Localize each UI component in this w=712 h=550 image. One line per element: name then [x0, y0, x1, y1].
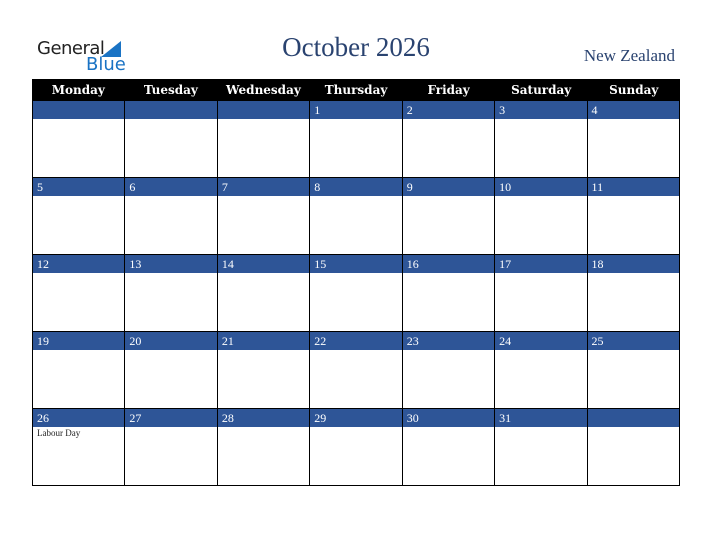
weekday-monday: Monday [51, 83, 105, 97]
day-cell[interactable]: 16 [401, 255, 495, 332]
day-cell[interactable]: 20 [124, 332, 217, 409]
day-cell[interactable]: 19 [32, 332, 125, 409]
weekday-saturday: Saturday [511, 83, 572, 97]
day-number: 18 [587, 255, 679, 273]
week-row: 26 Labour Day 27 28 29 30 31 [32, 409, 680, 486]
week-row: 19 20 21 22 23 24 25 [32, 332, 680, 409]
day-cell[interactable]: 26 Labour Day [32, 409, 125, 486]
day-number: 31 [495, 409, 587, 427]
day-number [587, 409, 679, 427]
day-number: 7 [217, 178, 310, 196]
day-number: 1 [310, 101, 402, 119]
day-number: 2 [402, 101, 495, 119]
day-cell[interactable]: 29 [309, 409, 402, 486]
day-cell[interactable]: 22 [309, 332, 402, 409]
day-number [33, 101, 125, 119]
day-number: 19 [33, 332, 125, 350]
day-number: 17 [495, 255, 587, 273]
day-number: 12 [33, 255, 125, 273]
day-cell[interactable]: 12 [32, 255, 125, 332]
day-number: 8 [310, 178, 402, 196]
country-label: New Zealand [583, 46, 675, 65]
day-cell[interactable] [124, 101, 217, 178]
day-number: 14 [217, 255, 310, 273]
day-cell[interactable]: 8 [309, 178, 402, 255]
week-row: 12 13 14 15 16 17 18 [32, 255, 680, 332]
day-cell[interactable]: 3 [494, 101, 587, 178]
day-cell[interactable]: 23 [401, 332, 495, 409]
day-cell[interactable]: 17 [494, 255, 587, 332]
day-cell[interactable] [586, 409, 680, 486]
weekday-friday: Friday [427, 83, 470, 97]
day-cell[interactable]: 11 [586, 178, 680, 255]
day-cell[interactable]: 27 [124, 409, 217, 486]
day-number: 21 [217, 332, 310, 350]
day-cell[interactable]: 28 [216, 409, 310, 486]
day-number: 26 [33, 409, 125, 427]
day-number: 11 [587, 178, 679, 196]
day-number: 22 [310, 332, 402, 350]
day-number: 27 [125, 409, 217, 427]
day-cell[interactable]: 18 [586, 255, 680, 332]
day-cell[interactable] [216, 101, 310, 178]
week-row: 5 6 7 8 9 10 11 [32, 178, 680, 255]
day-cell[interactable]: 6 [124, 178, 217, 255]
day-number: 29 [310, 409, 402, 427]
day-number: 28 [217, 409, 310, 427]
day-number [125, 101, 217, 119]
day-cell[interactable]: 30 [401, 409, 495, 486]
day-cell[interactable]: 10 [494, 178, 587, 255]
day-cell[interactable]: 31 [494, 409, 587, 486]
day-cell[interactable]: 15 [309, 255, 402, 332]
weekday-thursday: Thursday [324, 83, 388, 97]
grid-bottom-border [32, 485, 680, 486]
day-number: 24 [495, 332, 587, 350]
day-number: 3 [495, 101, 587, 119]
day-cell[interactable]: 21 [216, 332, 310, 409]
day-number: 6 [125, 178, 217, 196]
day-number: 4 [587, 101, 679, 119]
day-number: 20 [125, 332, 217, 350]
day-cell[interactable]: 1 [309, 101, 402, 178]
week-row: 1234 [32, 101, 680, 178]
day-number: 30 [402, 409, 495, 427]
day-number: 16 [402, 255, 495, 273]
day-cell[interactable] [32, 101, 125, 178]
day-number: 10 [495, 178, 587, 196]
day-cell[interactable]: 14 [216, 255, 310, 332]
day-cell[interactable]: 7 [216, 178, 310, 255]
day-cell[interactable]: 9 [401, 178, 495, 255]
day-cell[interactable]: 4 [586, 101, 680, 178]
day-cell[interactable]: 2 [401, 101, 495, 178]
day-number: 15 [310, 255, 402, 273]
weekday-sunday: Sunday [609, 83, 659, 97]
day-cell[interactable]: 25 [586, 332, 680, 409]
day-cell[interactable]: 24 [494, 332, 587, 409]
day-number: 13 [125, 255, 217, 273]
holiday-event: Labour Day [37, 428, 81, 438]
weekday-header: Monday Tuesday Wednesday Thursday Friday… [32, 79, 680, 101]
day-number: 23 [402, 332, 495, 350]
weekday-wednesday: Wednesday [226, 83, 301, 97]
day-number: 5 [33, 178, 125, 196]
day-cell[interactable]: 5 [32, 178, 125, 255]
weekday-tuesday: Tuesday [143, 83, 198, 97]
day-cell[interactable]: 13 [124, 255, 217, 332]
day-number: 25 [587, 332, 679, 350]
day-number [217, 101, 310, 119]
day-number: 9 [402, 178, 495, 196]
